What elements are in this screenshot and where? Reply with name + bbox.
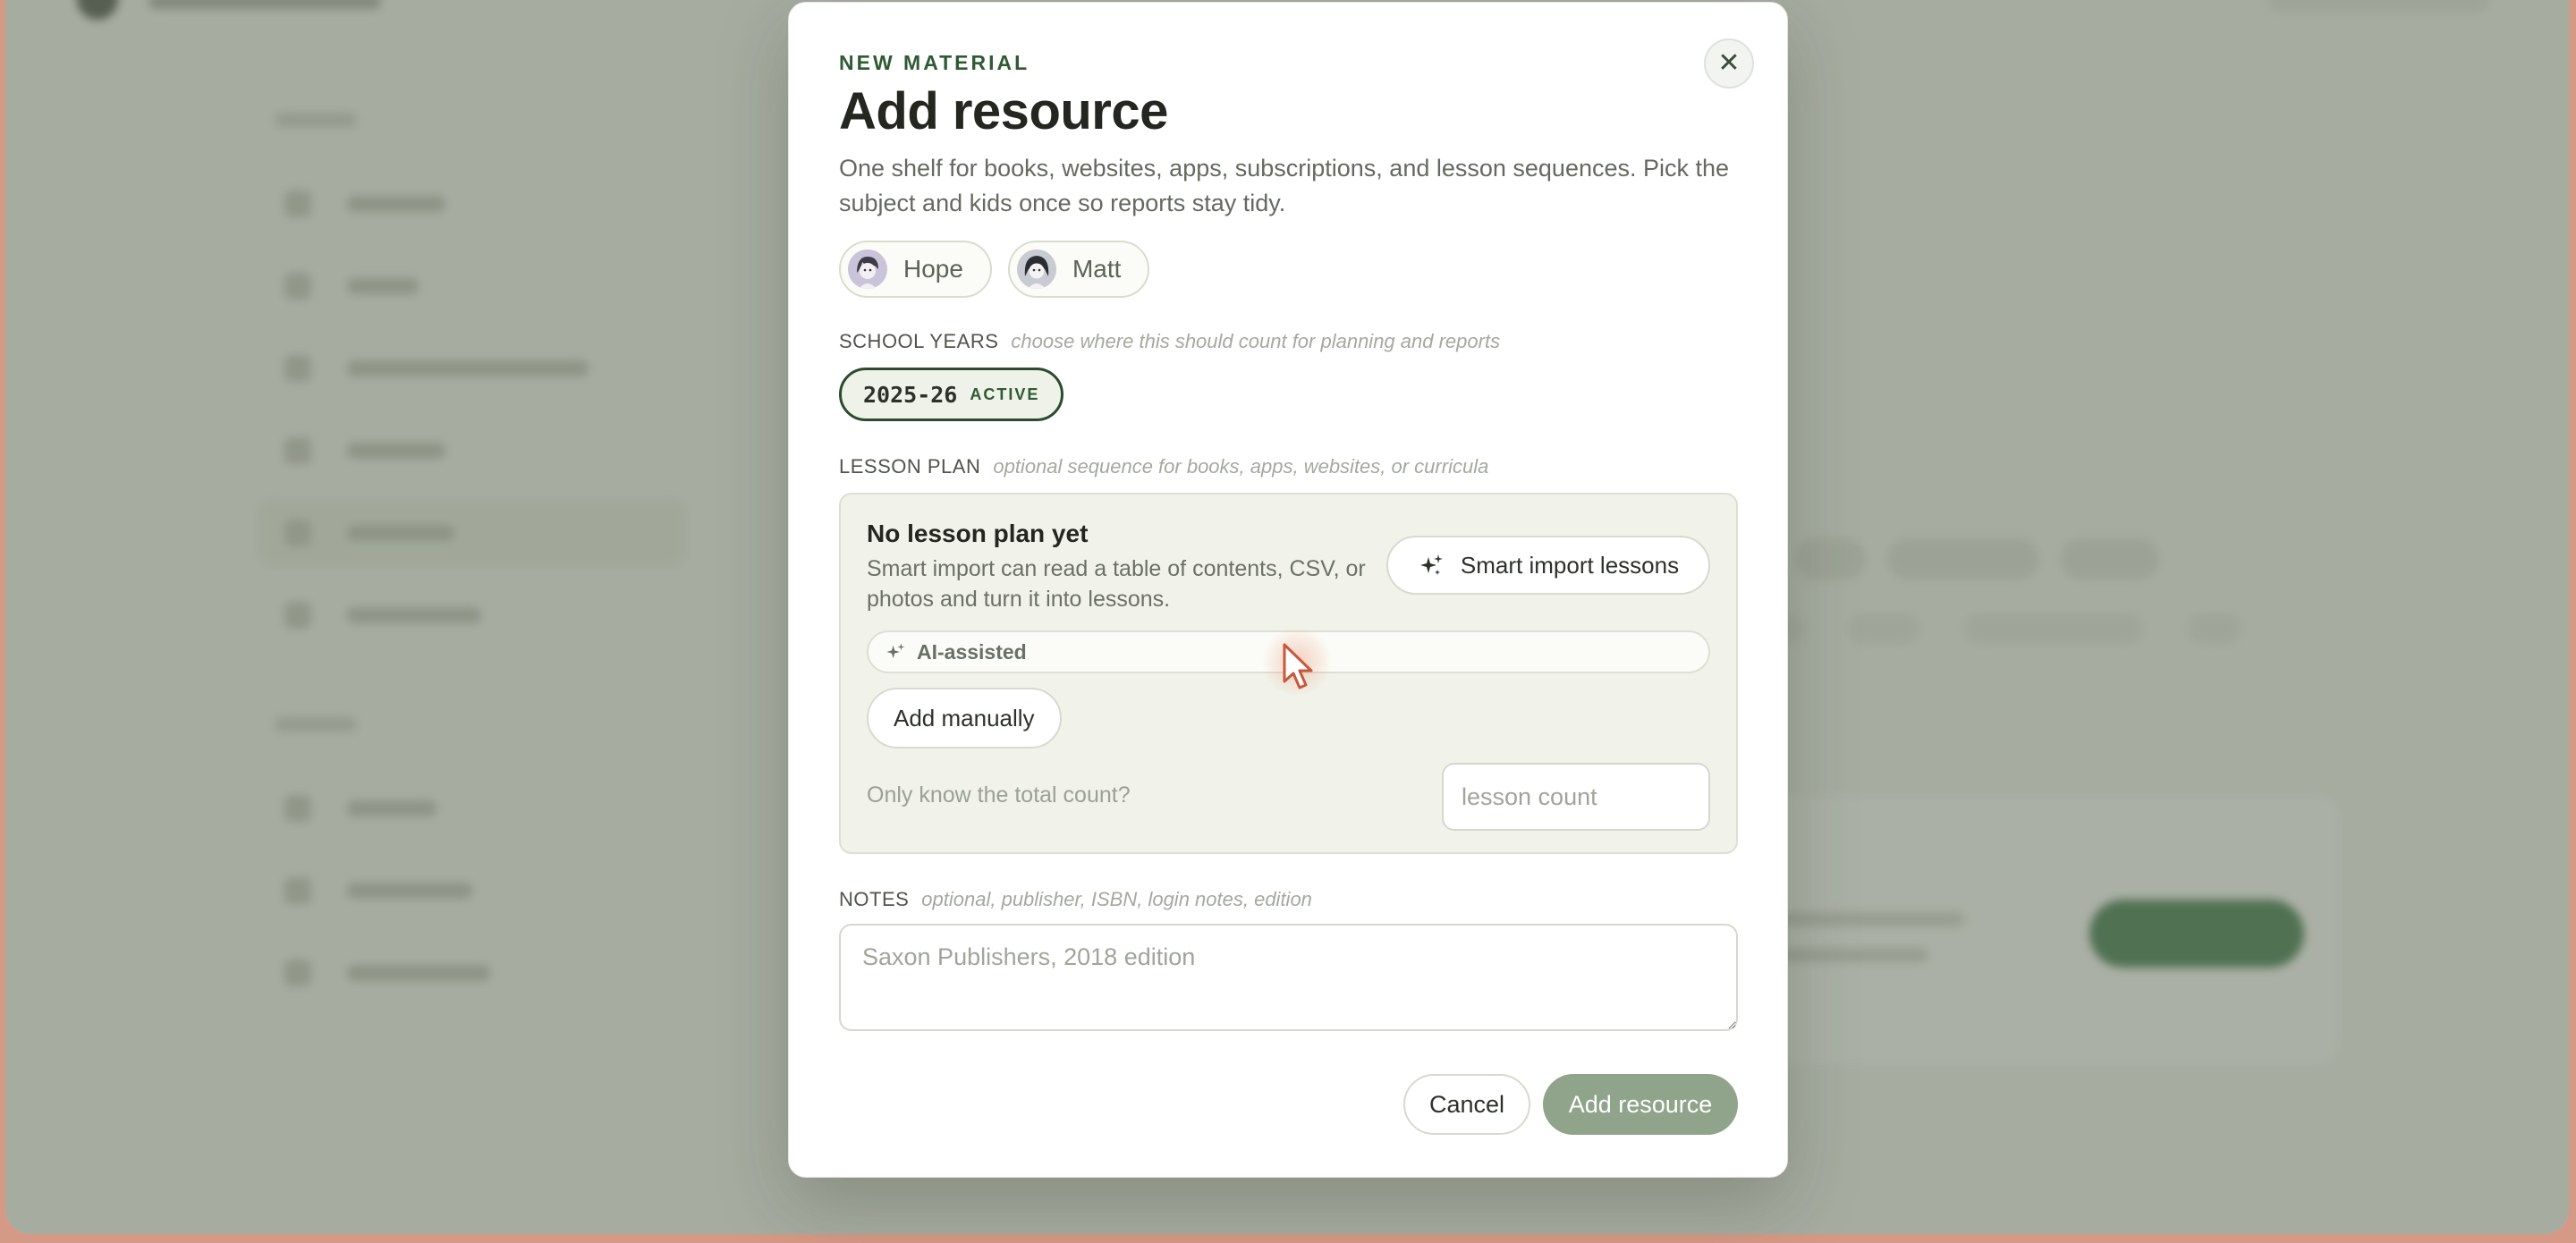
smart-import-label: Smart import lessons xyxy=(1460,551,1680,579)
notes-textarea[interactable] xyxy=(839,924,1738,1031)
section-hint: optional, publisher, ISBN, login notes, … xyxy=(921,888,1312,910)
sparkle-icon xyxy=(1419,554,1443,575)
avatar-hope-icon xyxy=(848,249,887,289)
close-button[interactable]: ✕ xyxy=(1704,38,1754,89)
section-title: NOTES xyxy=(839,888,910,910)
kid-chip-hope[interactable]: Hope xyxy=(839,241,992,298)
lesson-plan-label: LESSON PLAN optional sequence for books, … xyxy=(839,455,1488,478)
cancel-button[interactable]: Cancel xyxy=(1403,1074,1530,1135)
dialog-description: One shelf for books, websites, apps, sub… xyxy=(839,155,1730,216)
ai-assisted-text: AI-assisted xyxy=(917,639,1027,664)
smart-import-button[interactable]: Smart import lessons xyxy=(1386,536,1710,595)
section-title: SCHOOL YEARS xyxy=(839,330,999,352)
kid-chip-matt[interactable]: Matt xyxy=(1007,241,1150,298)
lesson-plan-empty-title: No lesson plan yet xyxy=(867,520,1089,547)
close-icon: ✕ xyxy=(1717,48,1741,78)
sparkle-icon xyxy=(886,643,905,659)
avatar-matt-icon xyxy=(1016,249,1056,289)
school-year-status: ACTIVE xyxy=(970,385,1040,403)
school-years-label: SCHOOL YEARS choose where this should cou… xyxy=(839,330,1500,353)
add-resource-dialog: ✕ NEW MATERIAL Add resource One shelf fo… xyxy=(788,2,1788,1178)
add-resource-button[interactable]: Add resource xyxy=(1543,1074,1738,1135)
notes-label: NOTES optional, publisher, ISBN, login no… xyxy=(839,888,1312,911)
kid-name: Matt xyxy=(1072,255,1122,283)
section-hint: choose where this should count for plann… xyxy=(1011,330,1501,352)
kid-name: Hope xyxy=(903,255,963,283)
lesson-count-prompt: Only know the total count? xyxy=(867,782,1131,808)
school-year-value: 2025-26 xyxy=(863,381,958,408)
dialog-title: Add resource xyxy=(839,82,1168,140)
school-year-chip[interactable]: 2025-26 ACTIVE xyxy=(839,368,1064,421)
dialog-eyebrow: NEW MATERIAL xyxy=(839,51,1030,74)
section-title: LESSON PLAN xyxy=(839,455,981,478)
mouse-cursor-icon xyxy=(1283,643,1313,689)
lesson-plan-empty-description: Smart import can read a table of content… xyxy=(867,556,1366,612)
kid-selector: Hope Matt xyxy=(839,241,1150,298)
lesson-count-input[interactable] xyxy=(1442,763,1710,831)
section-hint: optional sequence for books, apps, websi… xyxy=(993,455,1489,478)
add-manually-button[interactable]: Add manually xyxy=(867,688,1062,748)
